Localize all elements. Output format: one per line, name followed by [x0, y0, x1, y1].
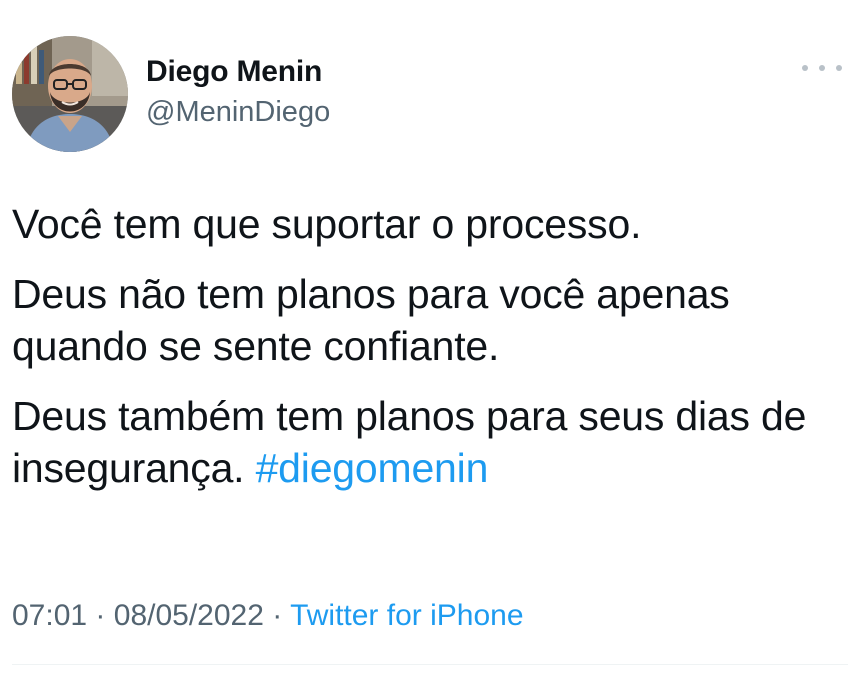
meta-separator: · — [95, 599, 106, 632]
meta-separator: · — [272, 599, 283, 632]
tweet-paragraph-2: Deus não tem planos para você apenas qua… — [12, 271, 730, 369]
more-horizontal-icon-dot — [819, 65, 825, 71]
tweet-paragraph-1: Você tem que suportar o processo. — [12, 201, 642, 247]
author-names: Diego Menin @MeninDiego — [146, 54, 330, 130]
more-horizontal-icon — [802, 65, 808, 71]
tweet-meta: 07:01 · 08/05/2022 · Twitter for iPhone — [12, 596, 524, 636]
tweet-text: Você tem que suportar o processo. Deus n… — [12, 198, 848, 512]
avatar[interactable] — [12, 36, 128, 152]
tweet-time[interactable]: 07:01 — [12, 599, 87, 632]
tweet-date[interactable]: 08/05/2022 — [114, 599, 264, 632]
more-options-button[interactable] — [802, 58, 842, 78]
display-name[interactable]: Diego Menin — [146, 54, 330, 90]
divider — [12, 664, 848, 665]
tweet-source-link[interactable]: Twitter for iPhone — [290, 599, 523, 632]
tweet-card: Diego Menin @MeninDiego Você tem que sup… — [0, 0, 860, 688]
hashtag-link[interactable]: #diegomenin — [256, 445, 489, 491]
avatar-image — [12, 36, 128, 152]
user-handle[interactable]: @MeninDiego — [146, 94, 330, 130]
more-horizontal-icon-dot — [836, 65, 842, 71]
tweet-paragraph-3: Deus também tem planos para seus dias de… — [12, 390, 848, 494]
tweet-header: Diego Menin @MeninDiego — [12, 36, 848, 154]
